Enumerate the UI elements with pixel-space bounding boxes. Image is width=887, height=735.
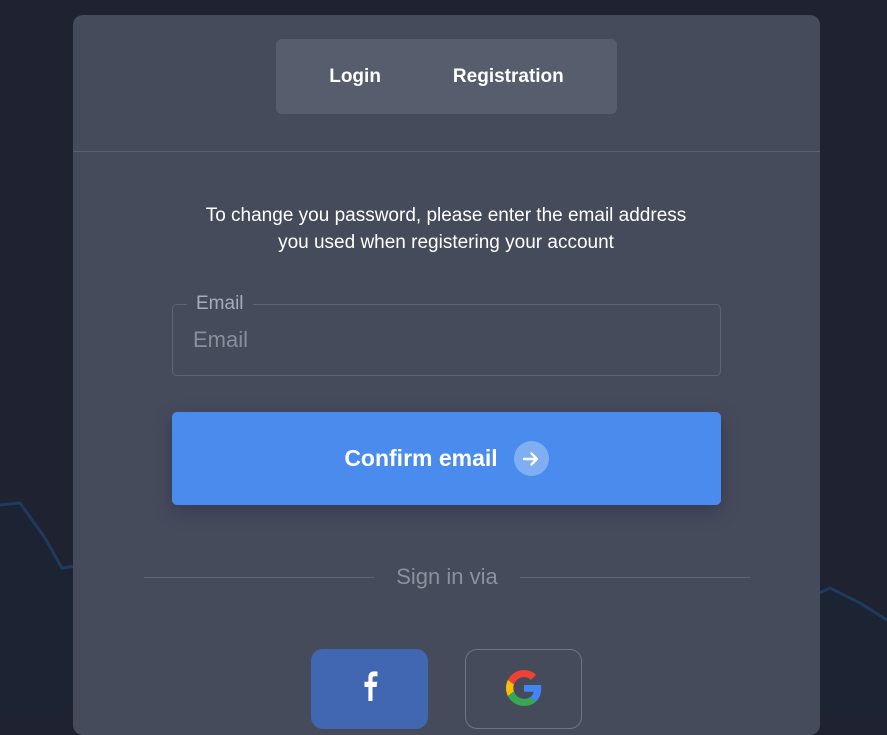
email-field: Email	[172, 292, 721, 376]
facebook-icon	[361, 669, 379, 706]
confirm-email-label: Confirm email	[344, 445, 498, 471]
header-divider	[73, 151, 820, 152]
auth-tabs: Login Registration	[276, 39, 617, 114]
google-icon	[505, 670, 542, 711]
separator-line-left	[144, 576, 375, 578]
arrow-right-icon	[513, 441, 549, 476]
email-input[interactable]	[193, 321, 693, 359]
google-login-button[interactable]	[465, 649, 582, 729]
email-field-label: Email	[187, 292, 253, 316]
separator-line-right	[519, 576, 751, 578]
facebook-login-button[interactable]	[311, 649, 428, 729]
sign-in-via-label: Sign in via	[396, 564, 498, 589]
reset-instructions: To change you password, please enter the…	[146, 202, 746, 256]
instructions-line-2: you used when registering your account	[278, 232, 614, 253]
tab-registration[interactable]: Registration	[453, 66, 564, 88]
sign-in-via-separator: Sign in via	[144, 562, 751, 592]
confirm-email-button[interactable]: Confirm email	[172, 412, 721, 505]
auth-card: Login Registration To change you passwor…	[73, 15, 820, 735]
instructions-line-1: To change you password, please enter the…	[205, 205, 687, 226]
tab-login[interactable]: Login	[329, 66, 381, 88]
